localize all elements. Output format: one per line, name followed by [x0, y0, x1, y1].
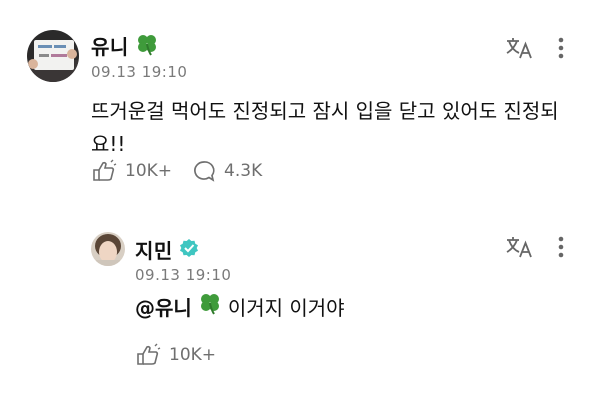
comment-timestamp: 09.13 19:10: [91, 63, 188, 81]
mention-link[interactable]: @유니: [135, 292, 192, 325]
like-hand-icon: [91, 159, 117, 183]
reply-timestamp: 09.13 19:10: [135, 266, 232, 284]
comment-actions: 10K+ 4.3K: [91, 159, 262, 183]
comment-author-row: 유니: [91, 31, 159, 60]
reply-body: @유니 이거지 이거야: [135, 291, 345, 325]
comment-text-line: 요!!: [91, 132, 126, 156]
reply-top-actions: [505, 235, 565, 259]
more-vertical-icon[interactable]: [557, 235, 565, 259]
author-name[interactable]: 지민: [135, 235, 173, 264]
comment-text-line: 뜨거운걸 먹어도 진정되고 잠시 입을 닫고 있어도 진정되: [91, 99, 559, 123]
more-vertical-icon[interactable]: [557, 36, 565, 60]
like-count: 10K+: [169, 345, 217, 365]
author-name[interactable]: 유니: [91, 31, 129, 60]
avatar-jimin[interactable]: [91, 232, 125, 266]
avatar-yuni[interactable]: [27, 30, 79, 82]
comment-top-actions: [505, 36, 565, 60]
reply-author-row: 지민: [135, 235, 199, 264]
reply-text: 이거지 이거야: [227, 295, 345, 320]
speech-bubble-icon: [192, 159, 216, 183]
translate-icon[interactable]: [505, 235, 533, 259]
like-button[interactable]: 10K+: [135, 343, 216, 367]
verified-badge-icon: [179, 238, 199, 262]
comment-body: 뜨거운걸 먹어도 진정되고 잠시 입을 닫고 있어도 진정되 요!!: [91, 95, 581, 161]
reply-actions: 10K+: [135, 343, 216, 367]
translate-icon[interactable]: [505, 36, 533, 60]
four-leaf-clover-icon: [135, 32, 159, 60]
reply-button[interactable]: 4.3K: [192, 159, 262, 183]
four-leaf-clover-icon: [198, 291, 222, 325]
like-count: 10K+: [125, 161, 173, 181]
like-button[interactable]: 10K+: [91, 159, 172, 183]
comment-thread: 유니 09.13 19:10 뜨거운걸 먹어도 진정되고 잠시 입을 닫고 있어…: [0, 0, 604, 401]
reply-count: 4.3K: [224, 161, 263, 181]
like-hand-icon: [135, 343, 161, 367]
